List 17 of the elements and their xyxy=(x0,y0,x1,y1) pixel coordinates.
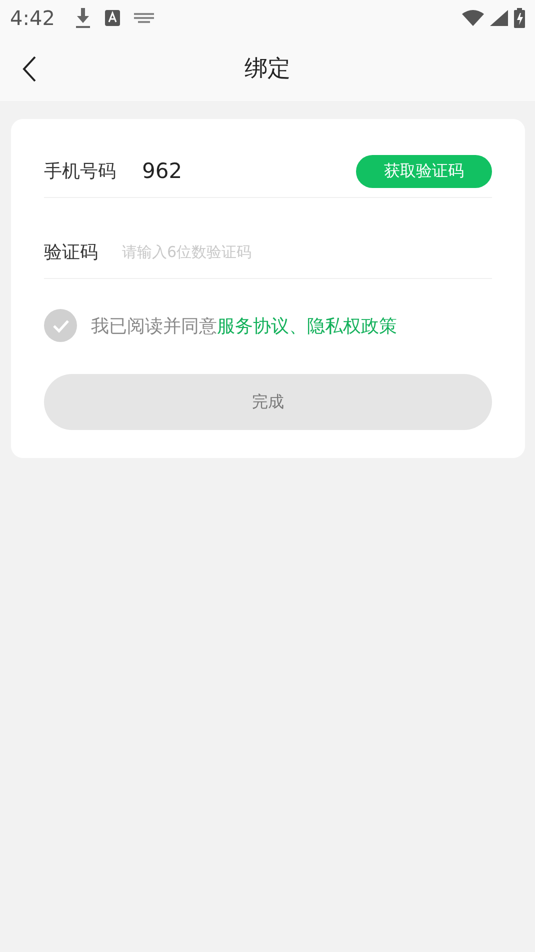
download-icon xyxy=(74,8,91,28)
phone-value: 962 xyxy=(142,159,184,183)
agree-checkbox[interactable] xyxy=(44,309,77,342)
agreement-link[interactable]: 服务协议 xyxy=(217,316,289,336)
keyboard-icon xyxy=(134,13,154,23)
status-time: 4:42 xyxy=(10,6,55,30)
code-label: 验证码 xyxy=(44,241,99,264)
page-title: 绑定 xyxy=(244,55,290,84)
get-code-button[interactable]: 获取验证码 xyxy=(356,154,492,188)
keyboard-letter-icon xyxy=(104,10,120,26)
checkmark-icon xyxy=(52,318,70,332)
wifi-icon xyxy=(462,10,484,26)
phone-label: 手机号码 xyxy=(44,160,117,183)
signal-icon xyxy=(490,10,508,26)
agreement-text: 我已阅读并同意服务协议、隐私权政策 xyxy=(91,314,397,338)
battery-icon xyxy=(514,8,525,28)
agreement-link[interactable]: 隐私权政策 xyxy=(307,316,397,336)
